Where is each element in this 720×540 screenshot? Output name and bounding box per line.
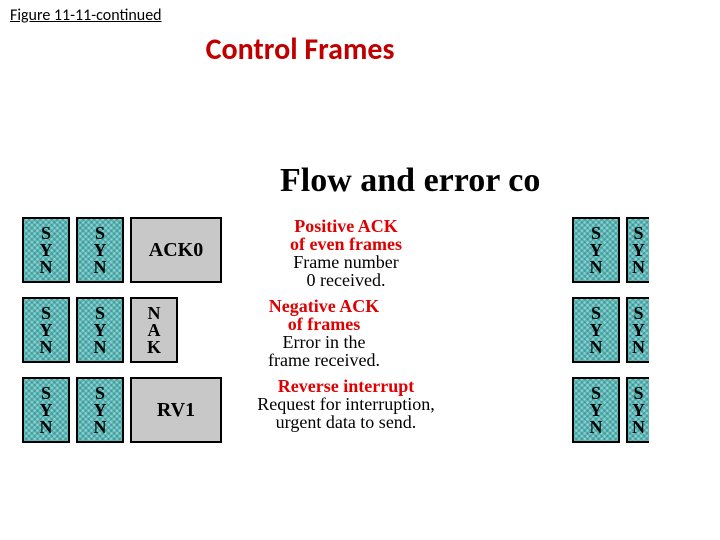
syn-letter: Y [40,402,53,419]
syn-box: S Y N [572,377,620,443]
syn-letter: Y [590,322,603,339]
syn-box: S Y N [76,217,124,283]
spacer [462,297,572,363]
desc-red: of even frames [236,235,456,253]
syn-letter: Y [632,402,645,419]
syn-letter: N [94,339,107,356]
syn-letter: S [591,225,601,242]
desc-black: 0 received. [236,271,456,289]
spacer [462,217,572,283]
desc-red: Reverse interrupt [236,377,456,395]
syn-letter: N [590,339,603,356]
syn-letter: N [40,259,53,276]
syn-letter: N [632,259,645,276]
syn-letter: Y [590,242,603,259]
syn-box: S Y N [572,297,620,363]
desc-black: Frame number [236,253,456,271]
syn-letter: Y [94,322,107,339]
table-row: S Y N S Y N ACK0 Positive ACK of even fr… [22,217,720,283]
syn-box: S Y N [22,377,70,443]
section-heading: Flow and error co [280,162,720,200]
syn-box-cut: S Y N [626,377,649,443]
syn-letter: Y [94,402,107,419]
desc-black: frame received. [192,351,456,369]
desc-red: of frames [192,315,456,333]
frame-table: S Y N S Y N ACK0 Positive ACK of even fr… [22,217,720,443]
code-letter: A [148,322,161,339]
frame-code: N A K [130,297,178,363]
desc-black: Request for interruption, [236,395,456,413]
syn-letter: N [40,419,53,436]
syn-box: S Y N [76,297,124,363]
syn-box-cut: S Y N [626,297,649,363]
syn-box: S Y N [22,217,70,283]
frame-description: Positive ACK of even frames Frame number… [222,217,462,283]
syn-letter: S [41,305,51,322]
desc-red: Positive ACK [236,217,456,235]
syn-letter: S [95,305,105,322]
syn-letter: Y [40,322,53,339]
syn-letter: N [590,259,603,276]
table-row: S Y N S Y N N A K Negative ACK of frames… [22,297,720,363]
syn-letter: S [633,305,643,322]
frame-description: Negative ACK of frames Error in the fram… [178,297,462,363]
syn-letter: Y [632,242,645,259]
syn-letter: Y [632,322,645,339]
syn-letter: S [41,385,51,402]
frame-description: Reverse interrupt Request for interrupti… [222,377,462,443]
syn-letter: S [633,385,643,402]
syn-letter: N [632,419,645,436]
syn-letter: N [94,259,107,276]
code-letter: K [147,339,161,356]
code-letter: N [148,305,161,322]
spacer [462,377,572,443]
figure-caption: Figure 11-11-continued [0,0,720,25]
desc-black: urgent data to send. [236,413,456,431]
syn-box: S Y N [572,217,620,283]
syn-letter: S [591,305,601,322]
syn-letter: N [590,419,603,436]
syn-letter: Y [40,242,53,259]
syn-letter: S [41,225,51,242]
frame-code: RV1 [130,377,222,443]
syn-letter: N [40,339,53,356]
syn-letter: N [94,419,107,436]
syn-box-cut: S Y N [626,217,649,283]
syn-letter: S [95,225,105,242]
desc-red: Negative ACK [192,297,456,315]
syn-letter: S [633,225,643,242]
syn-letter: N [632,339,645,356]
table-row: S Y N S Y N RV1 Reverse interrupt Reques… [22,377,720,443]
page-title: Control Frames [0,31,720,68]
syn-box: S Y N [22,297,70,363]
syn-letter: Y [590,402,603,419]
syn-letter: S [95,385,105,402]
desc-black: Error in the [192,333,456,351]
syn-letter: S [591,385,601,402]
syn-letter: Y [94,242,107,259]
syn-box: S Y N [76,377,124,443]
frame-code: ACK0 [130,217,222,283]
